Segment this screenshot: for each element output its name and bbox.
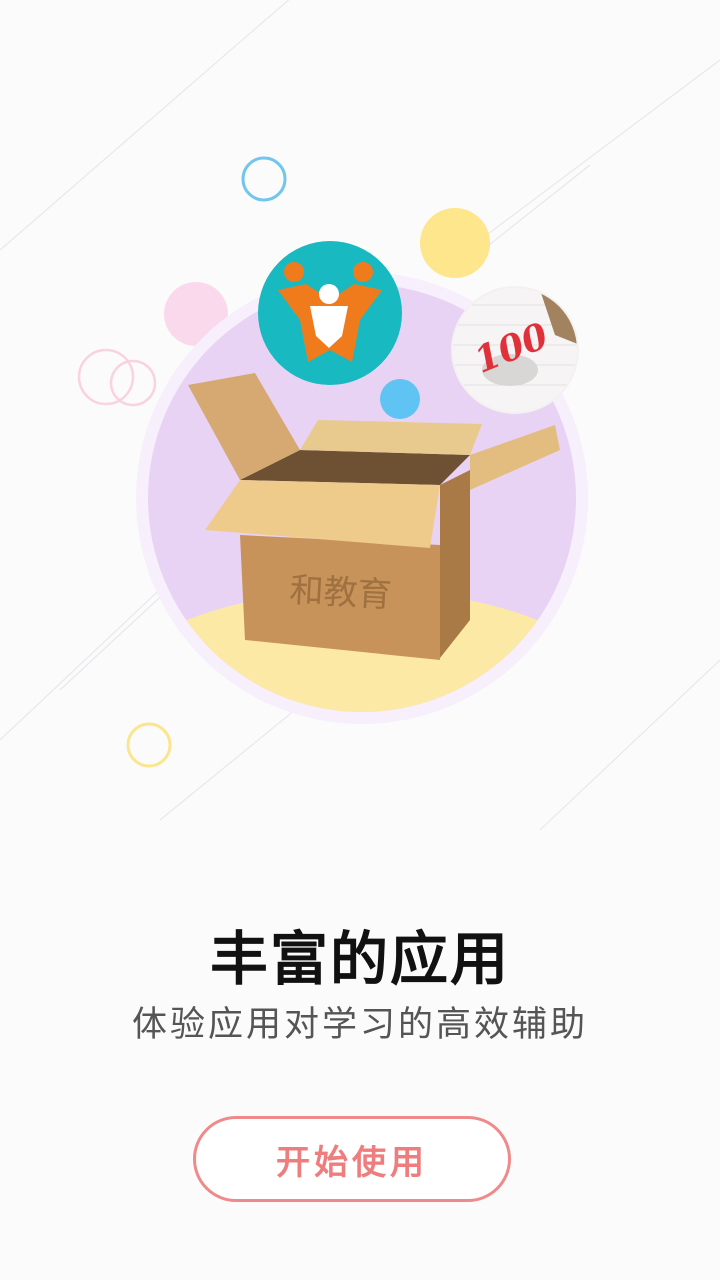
app-logo-icon (258, 241, 402, 385)
box-label: 和教育 (289, 570, 393, 615)
score-100-icon: 100 (451, 286, 579, 414)
hero-illustration: 和教育 100 (77, 156, 588, 768)
page-title: 丰富的应用 (209, 925, 510, 993)
onboarding-page: 和教育 100 丰富的应用 体验应用对学习的高效辅助 开始使用 (0, 0, 720, 1280)
start-button-label: 开始使用 (276, 1142, 428, 1183)
start-button[interactable]: 开始使用 (193, 1116, 511, 1202)
outline-bubble-blue (241, 156, 287, 202)
outline-bubble-yellow (126, 722, 172, 768)
page-subtitle: 体验应用对学习的高效辅助 (131, 1005, 588, 1045)
blue-dot (380, 379, 420, 419)
yellow-bubble (420, 208, 490, 278)
outline-bubble-pink-left (77, 348, 135, 406)
